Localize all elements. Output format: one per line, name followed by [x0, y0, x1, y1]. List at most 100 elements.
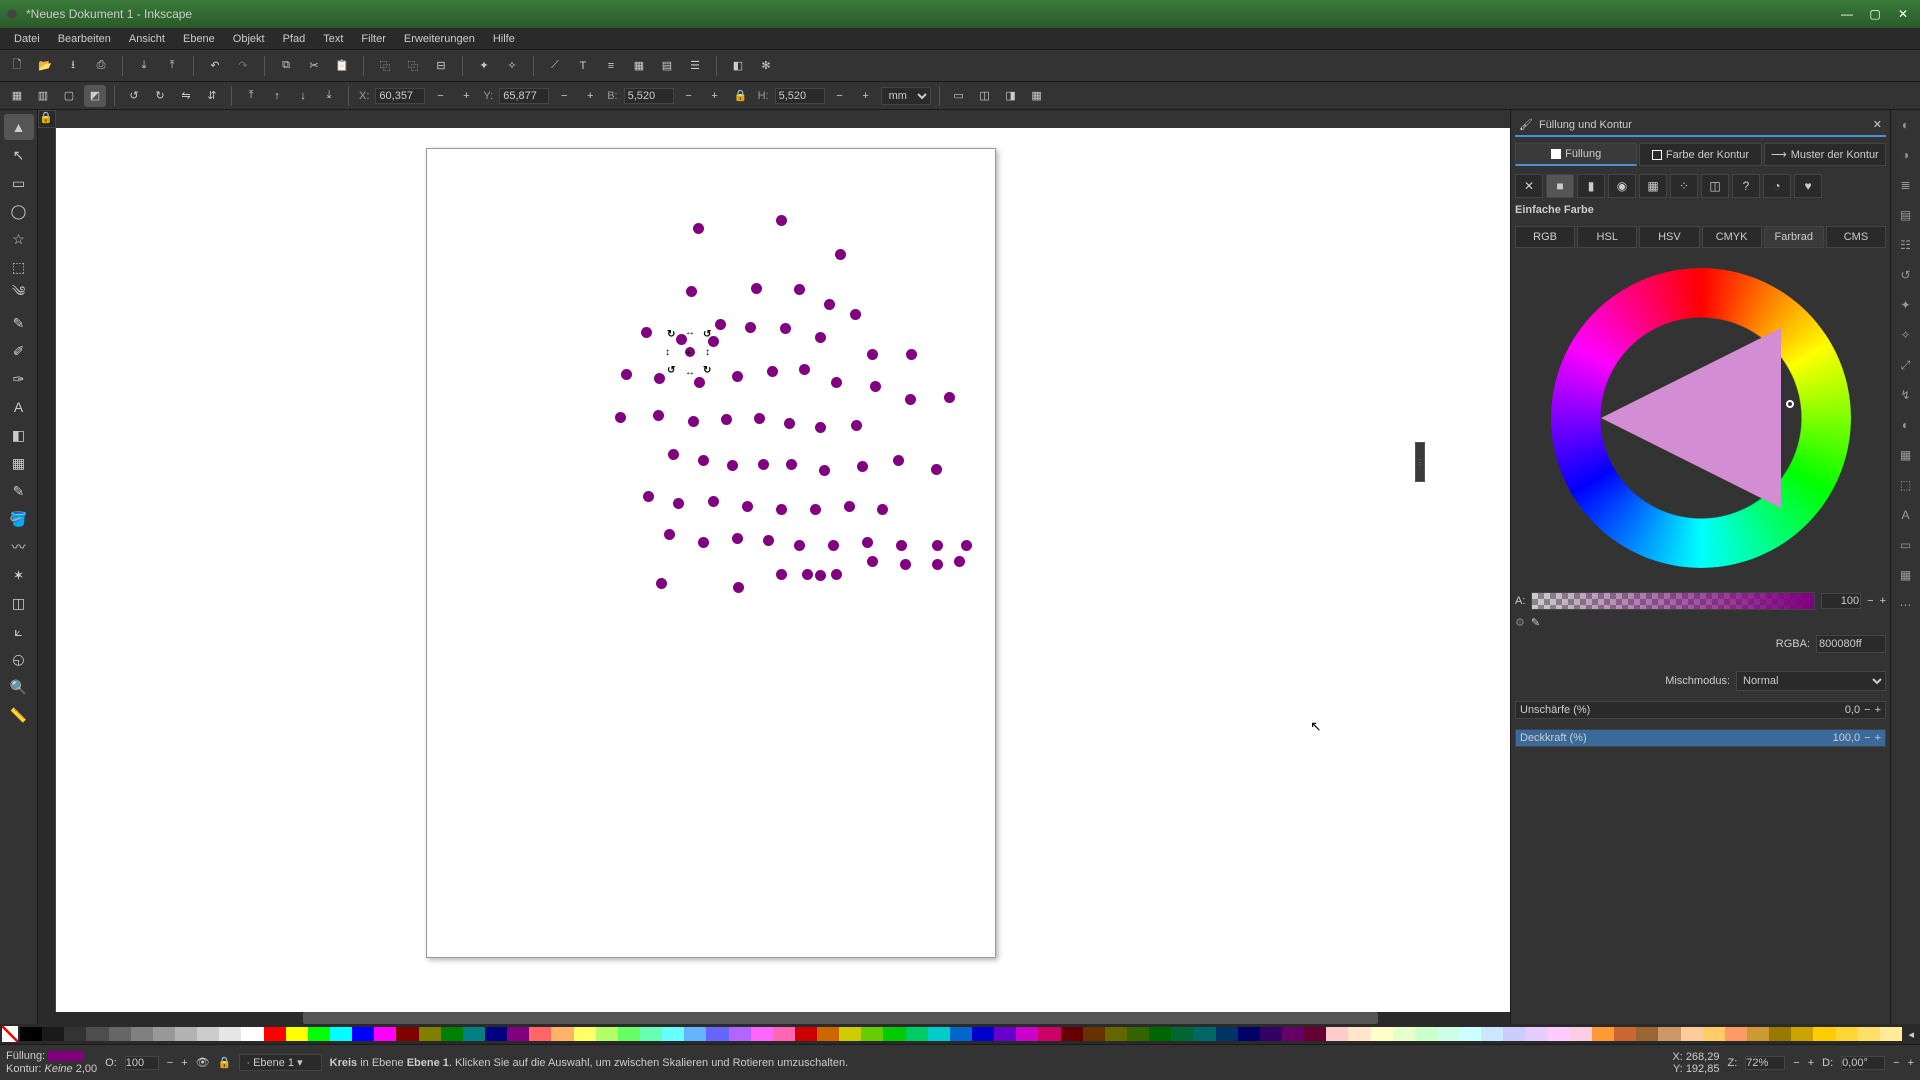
pencil-tool[interactable]: ✎: [4, 310, 34, 336]
layer-selector[interactable]: · Ebene 1 ▾: [239, 1054, 321, 1071]
swatch[interactable]: [1548, 1027, 1570, 1041]
spray-dot[interactable]: [654, 373, 665, 384]
tab-stroke-style[interactable]: ⟶Muster der Kontur: [1764, 143, 1886, 166]
zoom-draw-button[interactable]: ✧: [501, 55, 523, 77]
status-opacity-input[interactable]: [125, 1056, 159, 1070]
swatch[interactable]: [1880, 1027, 1902, 1041]
eraser-tool[interactable]: ◫: [4, 590, 34, 616]
blur-inc[interactable]: +: [1875, 704, 1881, 716]
zoom-input[interactable]: [1745, 1056, 1785, 1070]
tweak-tool[interactable]: 〰: [4, 534, 34, 560]
xml-button[interactable]: ▦: [628, 55, 650, 77]
color-wheel[interactable]: [1551, 268, 1851, 568]
spray-dot[interactable]: [693, 223, 704, 234]
swatch[interactable]: [529, 1027, 551, 1041]
swatch[interactable]: [308, 1027, 330, 1041]
bucket-tool[interactable]: 🪣: [4, 506, 34, 532]
bezier-tool[interactable]: ✐: [4, 338, 34, 364]
tab-hsl[interactable]: HSL: [1577, 226, 1637, 248]
blend-select[interactable]: Normal: [1736, 671, 1886, 691]
rgba-input[interactable]: [1816, 635, 1886, 653]
lock-icon[interactable]: 🔒: [218, 1056, 232, 1069]
swatch[interactable]: [928, 1027, 950, 1041]
spray-tool[interactable]: ✶: [4, 562, 34, 588]
spray-dot[interactable]: [844, 501, 855, 512]
spray-dot[interactable]: [688, 416, 699, 427]
undo-button[interactable]: ↶: [204, 55, 226, 77]
fill-unknown-button[interactable]: ?: [1732, 174, 1760, 198]
status-opacity-inc[interactable]: +: [181, 1057, 187, 1069]
swatch[interactable]: [264, 1027, 286, 1041]
skew-handle-l[interactable]: ↕: [665, 347, 675, 357]
menu-edit[interactable]: Bearbeiten: [50, 31, 119, 47]
scrollbar-horizontal[interactable]: [38, 1012, 1510, 1024]
spiral-tool[interactable]: ༄: [4, 282, 34, 308]
spray-dot[interactable]: [745, 322, 756, 333]
zoom-tool[interactable]: 🔍: [4, 674, 34, 700]
maximize-button[interactable]: ▢: [1862, 5, 1888, 23]
unlink-button[interactable]: ⊟: [430, 55, 452, 77]
save-button[interactable]: ⭳: [62, 55, 84, 77]
swatch[interactable]: [86, 1027, 108, 1041]
swatch[interactable]: [1348, 1027, 1370, 1041]
alpha-slider[interactable]: [1531, 592, 1815, 610]
h-inc[interactable]: +: [855, 85, 877, 107]
swatch[interactable]: [20, 1027, 42, 1041]
spray-dot[interactable]: [767, 366, 778, 377]
menu-extensions[interactable]: Erweiterungen: [396, 31, 483, 47]
spray-dot[interactable]: [867, 556, 878, 567]
text-tool-button[interactable]: T: [572, 55, 594, 77]
spray-dot[interactable]: [776, 504, 787, 515]
prefs-button[interactable]: ✻: [755, 55, 777, 77]
spray-dot[interactable]: [673, 498, 684, 509]
ruler-vertical[interactable]: [38, 128, 56, 1012]
swatch[interactable]: [662, 1027, 684, 1041]
swatch[interactable]: [1747, 1027, 1769, 1041]
swatch[interactable]: [596, 1027, 618, 1041]
spray-dot[interactable]: [732, 533, 743, 544]
tab-fill[interactable]: Füllung: [1515, 143, 1637, 166]
swatch[interactable]: [219, 1027, 241, 1041]
dock-prefs-icon[interactable]: ▦: [1895, 564, 1917, 586]
skew-handle-b[interactable]: ↔: [685, 367, 695, 377]
spray-dot[interactable]: [831, 377, 842, 388]
dock-swatches-icon[interactable]: ▦: [1895, 444, 1917, 466]
objects-button[interactable]: ☰: [684, 55, 706, 77]
minimize-button[interactable]: —: [1834, 5, 1860, 23]
rect-tool[interactable]: ▭: [4, 170, 34, 196]
swatch[interactable]: [839, 1027, 861, 1041]
move-pattern-button[interactable]: ▦: [1026, 85, 1048, 107]
dock-objects-icon[interactable]: ▤: [1895, 204, 1917, 226]
paste-button[interactable]: 📋: [331, 55, 353, 77]
swatch[interactable]: [286, 1027, 308, 1041]
spray-dot[interactable]: [698, 455, 709, 466]
measure-tool[interactable]: 📏: [4, 702, 34, 728]
spray-dot[interactable]: [896, 540, 907, 551]
swatch[interactable]: [441, 1027, 463, 1041]
dropper-icon[interactable]: ✎: [1531, 616, 1540, 629]
spray-dot[interactable]: [784, 418, 795, 429]
swatch[interactable]: [994, 1027, 1016, 1041]
swatch[interactable]: [197, 1027, 219, 1041]
swatch[interactable]: [109, 1027, 131, 1041]
ruler-corner[interactable]: 🔒: [38, 110, 56, 128]
swatch[interactable]: [507, 1027, 529, 1041]
align-button[interactable]: ≡: [600, 55, 622, 77]
spray-dot[interactable]: [862, 537, 873, 548]
blur-row[interactable]: Unschärfe (%) 0,0 − +: [1515, 701, 1886, 719]
spray-dot[interactable]: [851, 420, 862, 431]
dock-path-icon[interactable]: ↯: [1895, 384, 1917, 406]
rot-input[interactable]: [1841, 1056, 1885, 1070]
swatch[interactable]: [1836, 1027, 1858, 1041]
fill-linear-button[interactable]: ▮: [1577, 174, 1605, 198]
skew-handle-r[interactable]: ↕: [705, 347, 715, 357]
swatch[interactable]: [1238, 1027, 1260, 1041]
rotation-center[interactable]: +: [686, 348, 696, 358]
spray-dot[interactable]: [831, 569, 842, 580]
fill-mesh-button[interactable]: ▦: [1639, 174, 1667, 198]
rotate-cw-button[interactable]: ↻: [149, 85, 171, 107]
rotate-handle-bl[interactable]: ↺: [667, 365, 677, 375]
swatch[interactable]: [861, 1027, 883, 1041]
swatch[interactable]: [684, 1027, 706, 1041]
menu-view[interactable]: Ansicht: [121, 31, 173, 47]
